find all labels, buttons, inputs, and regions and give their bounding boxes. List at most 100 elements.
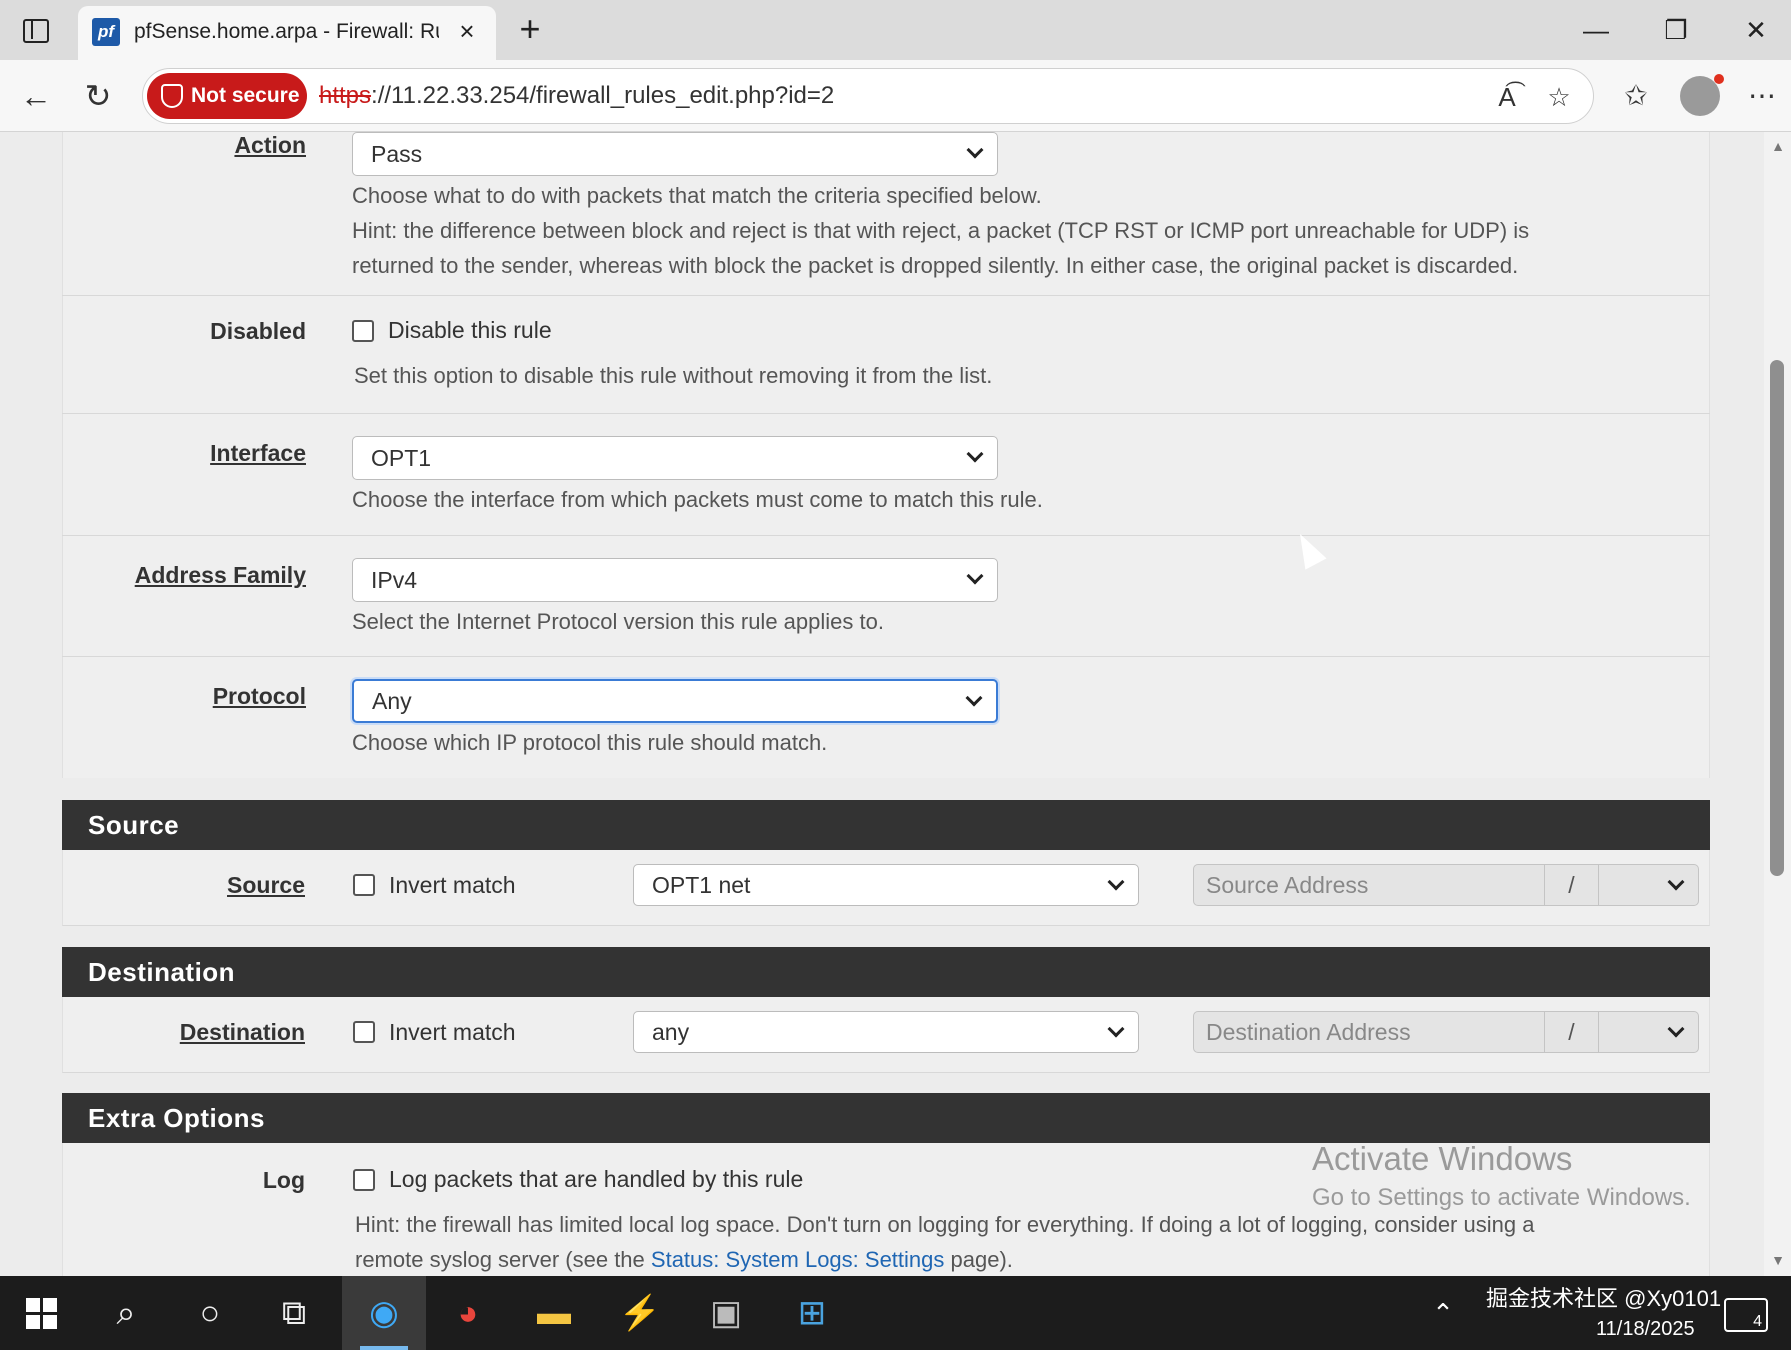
notification-center-icon[interactable]: 4 — [1724, 1298, 1768, 1332]
protocol-select-value: Any — [372, 688, 412, 714]
task-view-icon[interactable]: ⧉ — [252, 1276, 336, 1350]
chevron-down-icon — [1664, 1020, 1688, 1044]
minimize-icon[interactable]: — — [1566, 8, 1626, 52]
profile-avatar-icon[interactable] — [1680, 74, 1724, 116]
tab-actions-icon[interactable] — [18, 14, 52, 46]
url-scheme: https — [319, 82, 372, 109]
windows-start-icon[interactable] — [0, 1276, 84, 1350]
more-options-icon[interactable]: ⋯ — [1740, 74, 1784, 118]
chrome-icon[interactable]: ◕ — [426, 1276, 510, 1350]
source-type-value: OPT1 net — [652, 872, 751, 898]
action-row: Action Pass Choose what to do with packe… — [62, 132, 1710, 296]
source-label[interactable]: Source — [227, 872, 305, 899]
log-hint-line2: remote syslog server (see the Status: Sy… — [355, 1242, 1695, 1276]
restore-icon[interactable]: ❐ — [1646, 8, 1706, 52]
extra-options-section-header: Extra Options — [62, 1093, 1710, 1143]
edge-browser-icon[interactable]: ◉ — [342, 1276, 426, 1350]
interface-label[interactable]: Interface — [210, 440, 306, 467]
destination-slash: / — [1545, 1011, 1599, 1053]
destination-invert-checkbox[interactable] — [353, 1021, 375, 1043]
back-arrow-icon[interactable]: ← — [14, 74, 58, 118]
source-invert-label[interactable]: Invert match — [389, 872, 516, 899]
address-family-select[interactable]: IPv4 — [352, 558, 998, 602]
log-hint-post: page). — [944, 1247, 1013, 1272]
refresh-icon[interactable]: ↻ — [76, 74, 120, 118]
scrollbar-thumb[interactable] — [1770, 360, 1784, 876]
chevron-down-icon — [963, 445, 987, 469]
disabled-help: Set this option to disable this rule wit… — [354, 363, 993, 388]
scroll-down-icon[interactable]: ▼ — [1769, 1252, 1787, 1270]
watermark-line2: Go to Settings to activate Windows. — [1312, 1184, 1691, 1211]
protocol-row: Protocol Any Choose which IP protocol th… — [62, 657, 1710, 778]
action-help-line2: Hint: the difference between block and r… — [352, 218, 1530, 243]
source-slash: / — [1545, 864, 1599, 906]
destination-section-header: Destination — [62, 947, 1710, 997]
interface-select[interactable]: OPT1 — [352, 436, 998, 480]
cortana-icon[interactable]: ○ — [168, 1276, 252, 1350]
page-scrollbar[interactable]: ▲ ▼ — [1764, 132, 1791, 1276]
address-bar[interactable]: Not secure https://11.22.33.254/firewall… — [142, 68, 1594, 124]
source-address-input[interactable]: Source Address — [1193, 864, 1545, 906]
pfsense-favicon-icon: pf — [92, 18, 120, 46]
address-family-help: Select the Internet Protocol version thi… — [352, 609, 884, 634]
log-label: Log — [262, 1167, 305, 1193]
not-secure-badge[interactable]: Not secure — [147, 73, 307, 119]
action-help-line1: Choose what to do with packets that matc… — [352, 183, 1042, 208]
windows-taskbar: ⌕ ○ ⧉ ◉ ◕ ▬ ⚡ ▣ ⊞ ⌃ 掘金技术社区 @Xy0101 11/18… — [0, 1276, 1791, 1350]
log-checkbox[interactable] — [353, 1169, 375, 1191]
tray-chevron-up-icon[interactable]: ⌃ — [1428, 1276, 1458, 1350]
chevron-down-icon — [1664, 873, 1688, 897]
log-checkbox-label[interactable]: Log packets that are handled by this rul… — [389, 1166, 803, 1193]
source-panel: Source Invert match OPT1 net Source Addr… — [62, 850, 1710, 926]
action-help: Choose what to do with packets that matc… — [352, 178, 1692, 283]
system-logs-settings-link[interactable]: Status: System Logs: Settings — [651, 1247, 944, 1272]
address-family-select-value: IPv4 — [371, 567, 418, 593]
disabled-row: Disabled Disable this rule Set this opti… — [62, 296, 1710, 414]
favorites-icon[interactable]: ✩ — [1614, 74, 1658, 118]
chevron-down-icon — [1104, 1020, 1128, 1044]
read-aloud-icon[interactable]: A͡ — [1489, 81, 1525, 113]
destination-panel: Destination Invert match any Destination… — [62, 997, 1710, 1073]
destination-mask-select[interactable] — [1599, 1011, 1699, 1053]
interface-help: Choose the interface from which packets … — [352, 487, 1043, 512]
browser-tab-active[interactable]: pf pfSense.home.arpa - Firewall: Rule × — [78, 6, 496, 60]
destination-label[interactable]: Destination — [180, 1019, 305, 1046]
chevron-down-icon — [1104, 873, 1128, 897]
protocol-select[interactable]: Any — [352, 679, 998, 723]
action-label[interactable]: Action — [234, 132, 306, 159]
url-path: ://11.22.33.254/firewall_rules_edit.php?… — [371, 82, 835, 109]
action-select[interactable]: Pass — [352, 132, 998, 176]
chevron-down-icon — [962, 689, 986, 713]
source-mask-select[interactable] — [1599, 864, 1699, 906]
destination-type-value: any — [652, 1019, 690, 1045]
scroll-up-icon[interactable]: ▲ — [1769, 138, 1787, 156]
log-hint-line1: Hint: the firewall has limited local log… — [355, 1212, 1535, 1237]
protocol-label[interactable]: Protocol — [213, 683, 306, 710]
destination-address-input[interactable]: Destination Address — [1193, 1011, 1545, 1053]
taskbar-date[interactable]: 11/18/2025 — [1596, 1316, 1695, 1342]
network-tool-icon[interactable]: ⚡ — [598, 1276, 682, 1350]
url-text[interactable]: https://11.22.33.254/firewall_rules_edit… — [319, 81, 834, 111]
watermark-line1: Activate Windows — [1312, 1140, 1573, 1177]
file-explorer-icon[interactable]: ▬ — [512, 1276, 596, 1350]
notification-count: 4 — [1753, 1313, 1762, 1330]
search-icon[interactable]: ⌕ — [84, 1276, 168, 1350]
source-type-select[interactable]: OPT1 net — [633, 864, 1139, 906]
source-invert-checkbox[interactable] — [353, 874, 375, 896]
shield-warning-icon — [161, 84, 183, 108]
address-family-label[interactable]: Address Family — [135, 562, 306, 589]
new-tab-icon[interactable]: + — [510, 8, 550, 50]
address-family-row: Address Family IPv4 Select the Internet … — [62, 536, 1710, 657]
tray-text: 掘金技术社区 @Xy0101 — [1486, 1286, 1722, 1311]
tab-close-icon[interactable]: × — [452, 16, 482, 46]
activate-windows-watermark: Activate Windows Go to Settings to activ… — [1312, 1140, 1691, 1212]
disable-rule-checkbox-label[interactable]: Disable this rule — [388, 317, 552, 344]
app-store-icon[interactable]: ▣ — [684, 1276, 768, 1350]
window-close-icon[interactable]: ✕ — [1726, 8, 1786, 52]
destination-invert-label[interactable]: Invert match — [389, 1019, 516, 1046]
destination-type-select[interactable]: any — [633, 1011, 1139, 1053]
favorite-star-icon[interactable]: ☆ — [1541, 81, 1577, 113]
action-help-line3: returned to the sender, whereas with blo… — [352, 253, 1519, 278]
network-connections-icon[interactable]: ⊞ — [770, 1276, 854, 1350]
disable-rule-checkbox[interactable] — [352, 320, 374, 342]
